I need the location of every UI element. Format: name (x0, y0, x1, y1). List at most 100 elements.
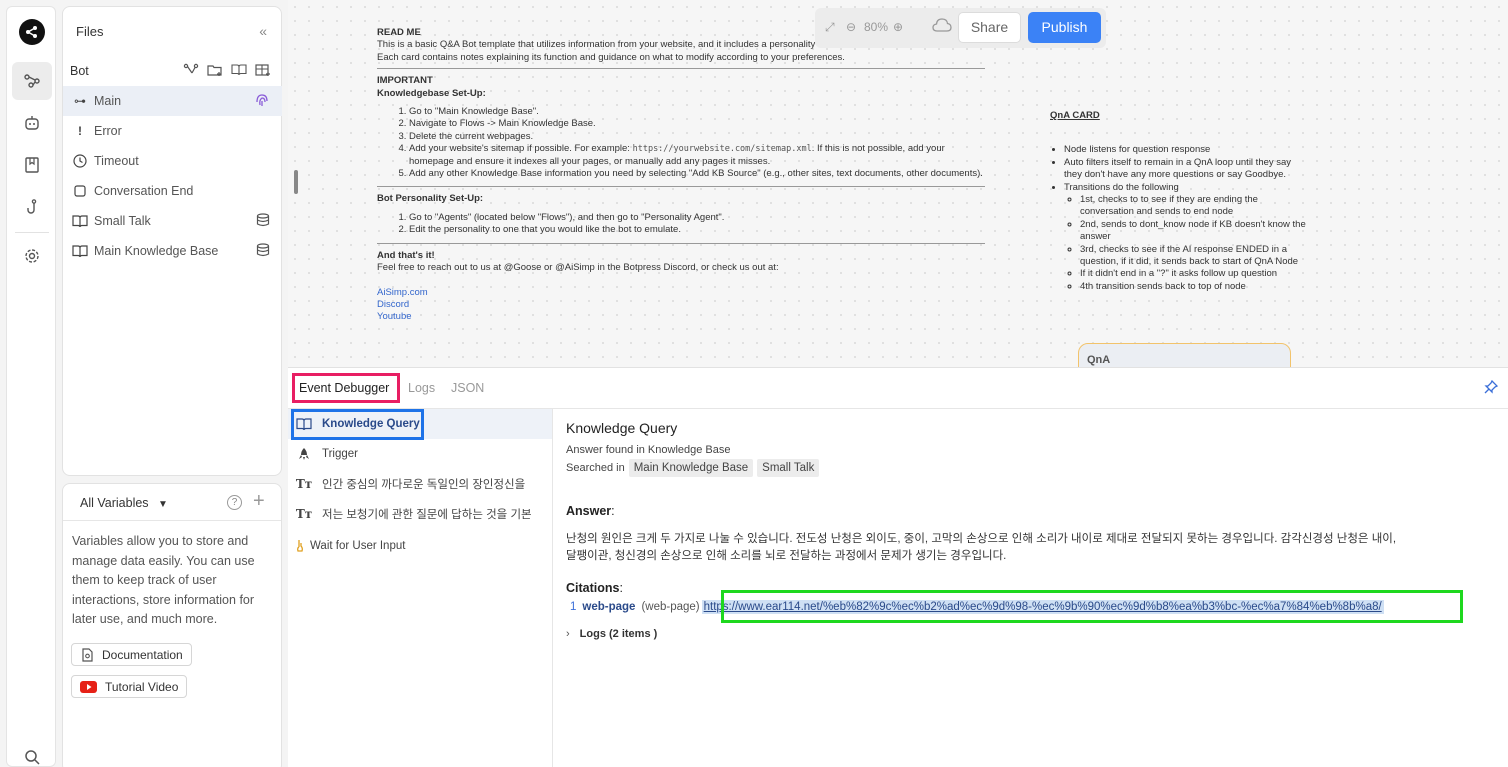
variables-description: Variables allow you to store and manage … (72, 534, 255, 626)
citation-number: 1 (570, 601, 577, 613)
share-button[interactable]: Share (958, 12, 1021, 43)
zoom-out-icon[interactable]: ⊖ (846, 20, 856, 34)
youtube-link[interactable]: Youtube (377, 311, 987, 323)
gear-icon[interactable] (12, 237, 52, 275)
tab-json[interactable]: JSON (451, 381, 484, 395)
documentation-button[interactable]: Documentation (71, 643, 192, 666)
event-item-wait-for-input[interactable]: Wait for User Input (288, 531, 552, 561)
files-title: Files (76, 24, 104, 39)
file-item-label: Error (94, 124, 122, 138)
fit-view-icon[interactable]: ⤢ (825, 20, 835, 35)
variables-scope-select[interactable]: All Variables ▼ (80, 496, 168, 510)
file-item-label: Conversation End (94, 184, 194, 198)
zoom-in-icon[interactable]: ⊕ (893, 20, 903, 34)
readme-intro-2: Each card contains notes explaining its … (377, 51, 845, 63)
answer-line: 달팽이관, 청신경의 손상으로 인해 소리를 뇌로 전달하는 과정에서 문제가 … (566, 550, 1007, 562)
files-panel: Files « Bot ⊶ Main ! Error Timeout Conve… (62, 6, 282, 476)
divider (377, 68, 985, 70)
tutorial-video-button[interactable]: Tutorial Video (71, 675, 188, 698)
hook-icon[interactable] (12, 188, 52, 226)
file-item-main[interactable]: ⊶ Main (63, 86, 282, 116)
new-folder-icon[interactable] (207, 63, 223, 80)
event-label: 인간 중심의 까다로운 독일인의 장인정신을 (322, 479, 526, 491)
list-item: Add any other Knowledge Base information… (409, 168, 987, 180)
kb-setup-steps: Go to "Main Knowledge Base". Navigate to… (377, 106, 987, 180)
answer-line: 난청의 원인은 크게 두 가지로 나눌 수 있습니다. 전도성 난청은 외이도,… (566, 533, 1397, 545)
botpress-logo[interactable] (19, 19, 45, 45)
file-item-label: Timeout (94, 154, 139, 168)
file-item-main-knowledge-base[interactable]: Main Knowledge Base (63, 236, 282, 266)
canvas-scroll-handle[interactable] (294, 170, 298, 194)
collapse-panel-icon[interactable]: « (259, 23, 267, 39)
flow-canvas[interactable]: READ ME This is a basic Q&A Bot template… (288, 0, 1508, 368)
file-item-label: Main Knowledge Base (94, 244, 219, 258)
step-text: Add your website's sitemap if possible. … (409, 143, 633, 155)
list-item: 4th transition sends back to top of node (1080, 281, 1306, 293)
help-icon[interactable]: ? (227, 495, 242, 510)
list-item: Delete the current webpages. (409, 131, 987, 143)
file-item-timeout[interactable]: Timeout (63, 146, 282, 176)
divider (377, 186, 985, 188)
new-knowledge-base-icon[interactable] (231, 63, 247, 80)
canvas-toolbar: ⤢ ⊖ 80% ⊕ Share Publish (815, 8, 1106, 48)
answer-heading: Answer: (566, 504, 615, 518)
list-item: Node listens for question response (1064, 144, 1306, 156)
flows-icon[interactable] (12, 62, 52, 100)
qna-node-label: QnA (1087, 354, 1111, 366)
youtube-icon (80, 680, 97, 693)
search-icon[interactable] (12, 738, 52, 767)
event-item-text-2[interactable]: Tт 저는 보청기에 관한 질문에 답하는 것을 기본 (288, 499, 552, 529)
citations-label: Citations (566, 581, 620, 595)
agents-icon[interactable] (12, 104, 52, 142)
logs-expander[interactable]: › Logs (2 items ) (566, 628, 657, 640)
new-table-icon[interactable] (255, 63, 271, 80)
rail-divider (15, 232, 49, 233)
citation-source[interactable]: web-page (582, 601, 635, 613)
main-flow-icon: ⊶ (74, 94, 86, 108)
documentation-label: Documentation (102, 647, 183, 662)
readme-card[interactable]: READ ME This is a basic Q&A Bot template… (377, 27, 987, 324)
file-item-error[interactable]: ! Error (63, 116, 282, 146)
debugger-panel: Event Debugger Logs JSON Knowledge Query… (288, 367, 1508, 767)
file-item-conversation-end[interactable]: Conversation End (63, 176, 282, 206)
event-label: Trigger (322, 448, 358, 460)
file-item-small-talk[interactable]: Small Talk (63, 206, 282, 236)
event-label: 저는 보청기에 관한 질문에 답하는 것을 기본 (322, 509, 532, 521)
sitemap-example: https://yourwebsite.com/sitemap.xml (632, 144, 812, 155)
document-icon (80, 647, 94, 662)
chevron-right-icon: › (566, 628, 570, 640)
list-item: Go to "Agents" (located below "Flows"), … (409, 212, 987, 224)
event-item-trigger[interactable]: Trigger (288, 439, 552, 469)
tab-logs[interactable]: Logs (408, 381, 435, 395)
bot-label: Bot (70, 64, 89, 78)
discord-link[interactable]: Discord (377, 299, 987, 311)
add-variable-button[interactable]: + (253, 490, 265, 513)
highlight-box-blue (291, 409, 424, 440)
cloud-sync-icon (932, 18, 952, 35)
important-heading: IMPORTANT (377, 75, 433, 87)
list-item: 3rd, checks to see if the AI response EN… (1080, 244, 1306, 269)
library-icon[interactable] (12, 146, 52, 184)
list-item: If it didn't end in a "?" it asks follow… (1080, 268, 1306, 280)
bullet-text: Transitions do the following (1064, 181, 1179, 193)
qna-node[interactable]: QnA (1078, 343, 1291, 368)
pin-icon[interactable] (1484, 379, 1499, 397)
answer-text: 난청의 원인은 크게 두 가지로 나눌 수 있습니다. 전도성 난청은 외이도,… (566, 531, 1506, 565)
event-item-text-1[interactable]: Tт 인간 중심의 까다로운 독일인의 장인정신을 (288, 469, 552, 499)
tutorial-video-label: Tutorial Video (105, 679, 179, 694)
chevron-down-icon: ▼ (158, 499, 168, 510)
aisimp-link[interactable]: AiSimp.com (377, 287, 987, 299)
qna-sub-bullets: 1st, checks to to see if they are ending… (1064, 194, 1306, 293)
answer-label: Answer (566, 504, 612, 518)
source-chip: Main Knowledge Base (628, 459, 754, 477)
searched-in-row: Searched in Main Knowledge Base Small Ta… (566, 459, 820, 477)
list-item: Transitions do the following 1st, checks… (1064, 182, 1306, 294)
publish-button[interactable]: Publish (1028, 12, 1101, 43)
qna-card-note[interactable]: QnA CARD Node listens for question respo… (1050, 110, 1306, 293)
searched-in-label: Searched in (566, 462, 625, 474)
reach-out-text: Feel free to reach out to us at @Goose o… (377, 262, 779, 274)
event-label: Wait for User Input (310, 540, 406, 552)
database-icon (256, 242, 270, 260)
new-flow-icon[interactable] (183, 63, 199, 80)
highlight-box-green (721, 590, 1463, 623)
